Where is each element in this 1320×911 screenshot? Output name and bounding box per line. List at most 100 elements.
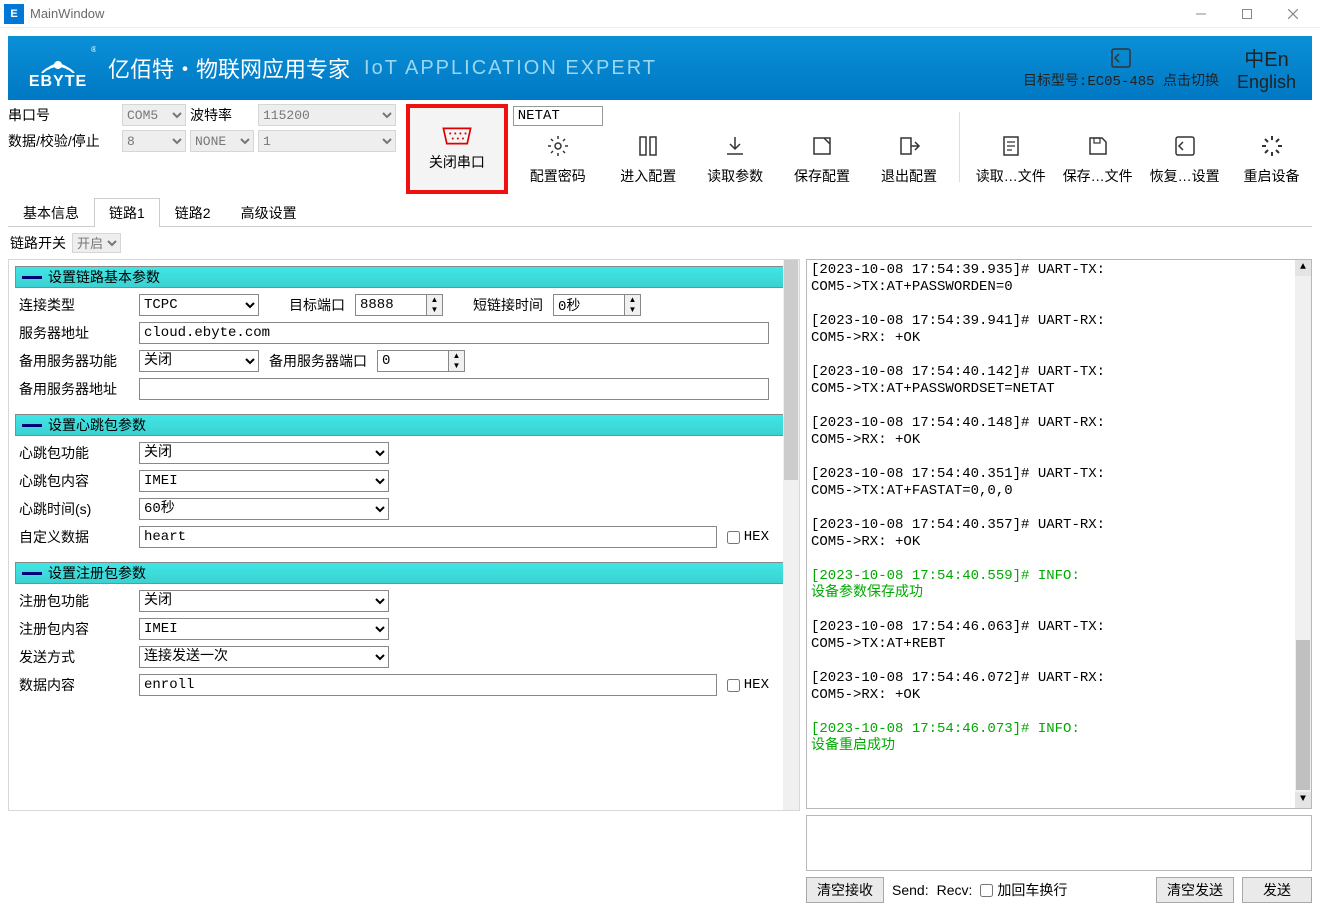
gear-icon [544, 132, 572, 160]
log-line: [2023-10-08 17:54:39.941]# UART-RX: [811, 313, 1307, 330]
port-label: 串口号 [8, 105, 118, 125]
data-label: 数据/校验/停止 [8, 131, 118, 151]
register-data-label: 数据内容 [19, 675, 129, 695]
send-count-label: Send: [892, 882, 929, 898]
download-icon [721, 132, 749, 160]
serial-port-icon [440, 126, 474, 146]
toolbar: 串口号 COM5 波特率 115200 数据/校验/停止 8 NONE 1 关闭… [8, 104, 1312, 194]
recv-count-label: Recv: [937, 882, 973, 898]
log-line: [2023-10-08 17:54:40.142]# UART-TX: [811, 364, 1307, 381]
brand-english: IoT APPLICATION EXPERT [364, 57, 657, 80]
log-output[interactable]: [2023-10-08 17:54:39.935]# UART-TX:COM5-… [806, 259, 1312, 809]
link-switch-label: 链路开关 [10, 233, 66, 253]
log-line [811, 398, 1307, 415]
log-line: 设备参数保存成功 [811, 585, 1307, 602]
register-hex-checkbox[interactable]: HEX [727, 677, 769, 693]
header-banner: ® EBYTE 亿佰特・物联网应用专家 IoT APPLICATION EXPE… [8, 36, 1312, 100]
log-line: [2023-10-08 17:54:40.148]# UART-RX: [811, 415, 1307, 432]
tabs: 基本信息 链路1 链路2 高级设置 [8, 198, 1312, 227]
log-scrollbar[interactable]: ▲ ▼ [1295, 260, 1311, 808]
left-scrollbar[interactable] [783, 260, 799, 810]
log-line: COM5->TX:AT+PASSWORDEN=0 [811, 279, 1307, 296]
log-line: [2023-10-08 17:54:40.559]# INFO: [811, 568, 1307, 585]
log-line: COM5->TX:AT+REBT [811, 636, 1307, 653]
backup-func-label: 备用服务器功能 [19, 351, 129, 371]
tab-advanced[interactable]: 高级设置 [226, 198, 312, 227]
link-switch-select[interactable]: 开启 [72, 233, 121, 253]
dst-port-spinner[interactable]: ▲▼ [355, 294, 443, 316]
heartbeat-hex-checkbox[interactable]: HEX [727, 529, 769, 545]
log-line [811, 602, 1307, 619]
reboot-tool[interactable]: 重启设备 [1231, 104, 1312, 192]
restore-icon [1171, 132, 1199, 160]
section-basic-header: 设置链路基本参数 [15, 266, 793, 288]
log-line [811, 500, 1307, 517]
log-line [811, 551, 1307, 568]
crlf-checkbox[interactable]: 加回车换行 [980, 880, 1067, 900]
maximize-button[interactable] [1224, 0, 1270, 28]
close-button[interactable] [1270, 0, 1316, 28]
read-params-tool[interactable]: 读取参数 [695, 104, 776, 192]
tab-basic-info[interactable]: 基本信息 [8, 198, 94, 227]
send-button[interactable]: 发送 [1242, 877, 1312, 903]
backup-addr-label: 备用服务器地址 [19, 379, 129, 399]
logo: ® EBYTE [20, 45, 96, 91]
tab-link1[interactable]: 链路1 [94, 198, 160, 227]
short-conn-spinner[interactable]: ▲▼ [553, 294, 641, 316]
save-file-tool[interactable]: 保存…文件 [1057, 104, 1138, 192]
restore-tool[interactable]: 恢复…设置 [1144, 104, 1225, 192]
enter-config-tool[interactable]: 进入配置 [608, 104, 689, 192]
app-icon: E [4, 4, 24, 24]
register-func-select[interactable]: 关闭 [139, 590, 389, 612]
log-line: [2023-10-08 17:54:46.063]# UART-TX: [811, 619, 1307, 636]
backup-addr-input[interactable] [139, 378, 769, 400]
clear-recv-button[interactable]: 清空接收 [806, 877, 884, 903]
log-line: COM5->RX: +OK [811, 432, 1307, 449]
save-config-tool[interactable]: 保存配置 [782, 104, 863, 192]
server-addr-input[interactable] [139, 322, 769, 344]
heartbeat-func-select[interactable]: 关闭 [139, 442, 389, 464]
language-button[interactable]: 中En English [1237, 43, 1296, 93]
log-line: COM5->TX:AT+PASSWORDSET=NETAT [811, 381, 1307, 398]
conn-type-select[interactable]: TCPC [139, 294, 259, 316]
register-data-input[interactable] [139, 674, 717, 696]
register-mode-select[interactable]: 连接发送一次 [139, 646, 389, 668]
server-addr-label: 服务器地址 [19, 323, 129, 343]
parity-select[interactable]: NONE [190, 130, 254, 152]
config-password-tool[interactable]: 配置密码 [514, 104, 602, 192]
register-content-select[interactable]: IMEI [139, 618, 389, 640]
heartbeat-content-select[interactable]: IMEI [139, 470, 389, 492]
backup-port-spinner[interactable]: ▲▼ [377, 350, 465, 372]
serial-settings: 串口号 COM5 波特率 115200 数据/校验/停止 8 NONE 1 [8, 104, 396, 152]
heartbeat-func-label: 心跳包功能 [19, 443, 129, 463]
link-switch-row: 链路开关 开启 [10, 233, 1312, 253]
close-serial-button[interactable]: 关闭串口 [406, 104, 508, 194]
read-file-tool[interactable]: 读取…文件 [970, 104, 1051, 192]
log-line: [2023-10-08 17:54:46.073]# INFO: [811, 721, 1307, 738]
heartbeat-content-label: 心跳包内容 [19, 471, 129, 491]
minimize-button[interactable] [1178, 0, 1224, 28]
data-select[interactable]: 8 [122, 130, 186, 152]
heartbeat-time-select[interactable]: 60秒 [139, 498, 389, 520]
heartbeat-time-label: 心跳时间(s) [19, 499, 129, 519]
log-line [811, 296, 1307, 313]
baud-select[interactable]: 115200 [258, 104, 396, 126]
window-title: MainWindow [30, 6, 104, 21]
netat-input[interactable] [513, 106, 603, 126]
stop-select[interactable]: 1 [258, 130, 396, 152]
send-textbox[interactable] [806, 815, 1312, 871]
port-select[interactable]: COM5 [122, 104, 186, 126]
language-icon: 中En [1244, 43, 1288, 72]
right-panel: [2023-10-08 17:54:39.935]# UART-TX:COM5-… [806, 259, 1312, 903]
exit-config-tool[interactable]: 退出配置 [869, 104, 950, 192]
baud-label: 波特率 [190, 105, 254, 125]
bottom-bar: 清空接收 Send: Recv: 加回车换行 清空发送 发送 [806, 877, 1312, 903]
log-line: COM5->RX: +OK [811, 687, 1307, 704]
clear-send-button[interactable]: 清空发送 [1156, 877, 1234, 903]
target-model-button[interactable]: 目标型号:EC05-485 点击切换 [1023, 46, 1219, 90]
enter-config-icon [634, 132, 662, 160]
tab-link2[interactable]: 链路2 [160, 198, 226, 227]
heartbeat-custom-input[interactable] [139, 526, 717, 548]
register-content-label: 注册包内容 [19, 619, 129, 639]
backup-func-select[interactable]: 关闭 [139, 350, 259, 372]
